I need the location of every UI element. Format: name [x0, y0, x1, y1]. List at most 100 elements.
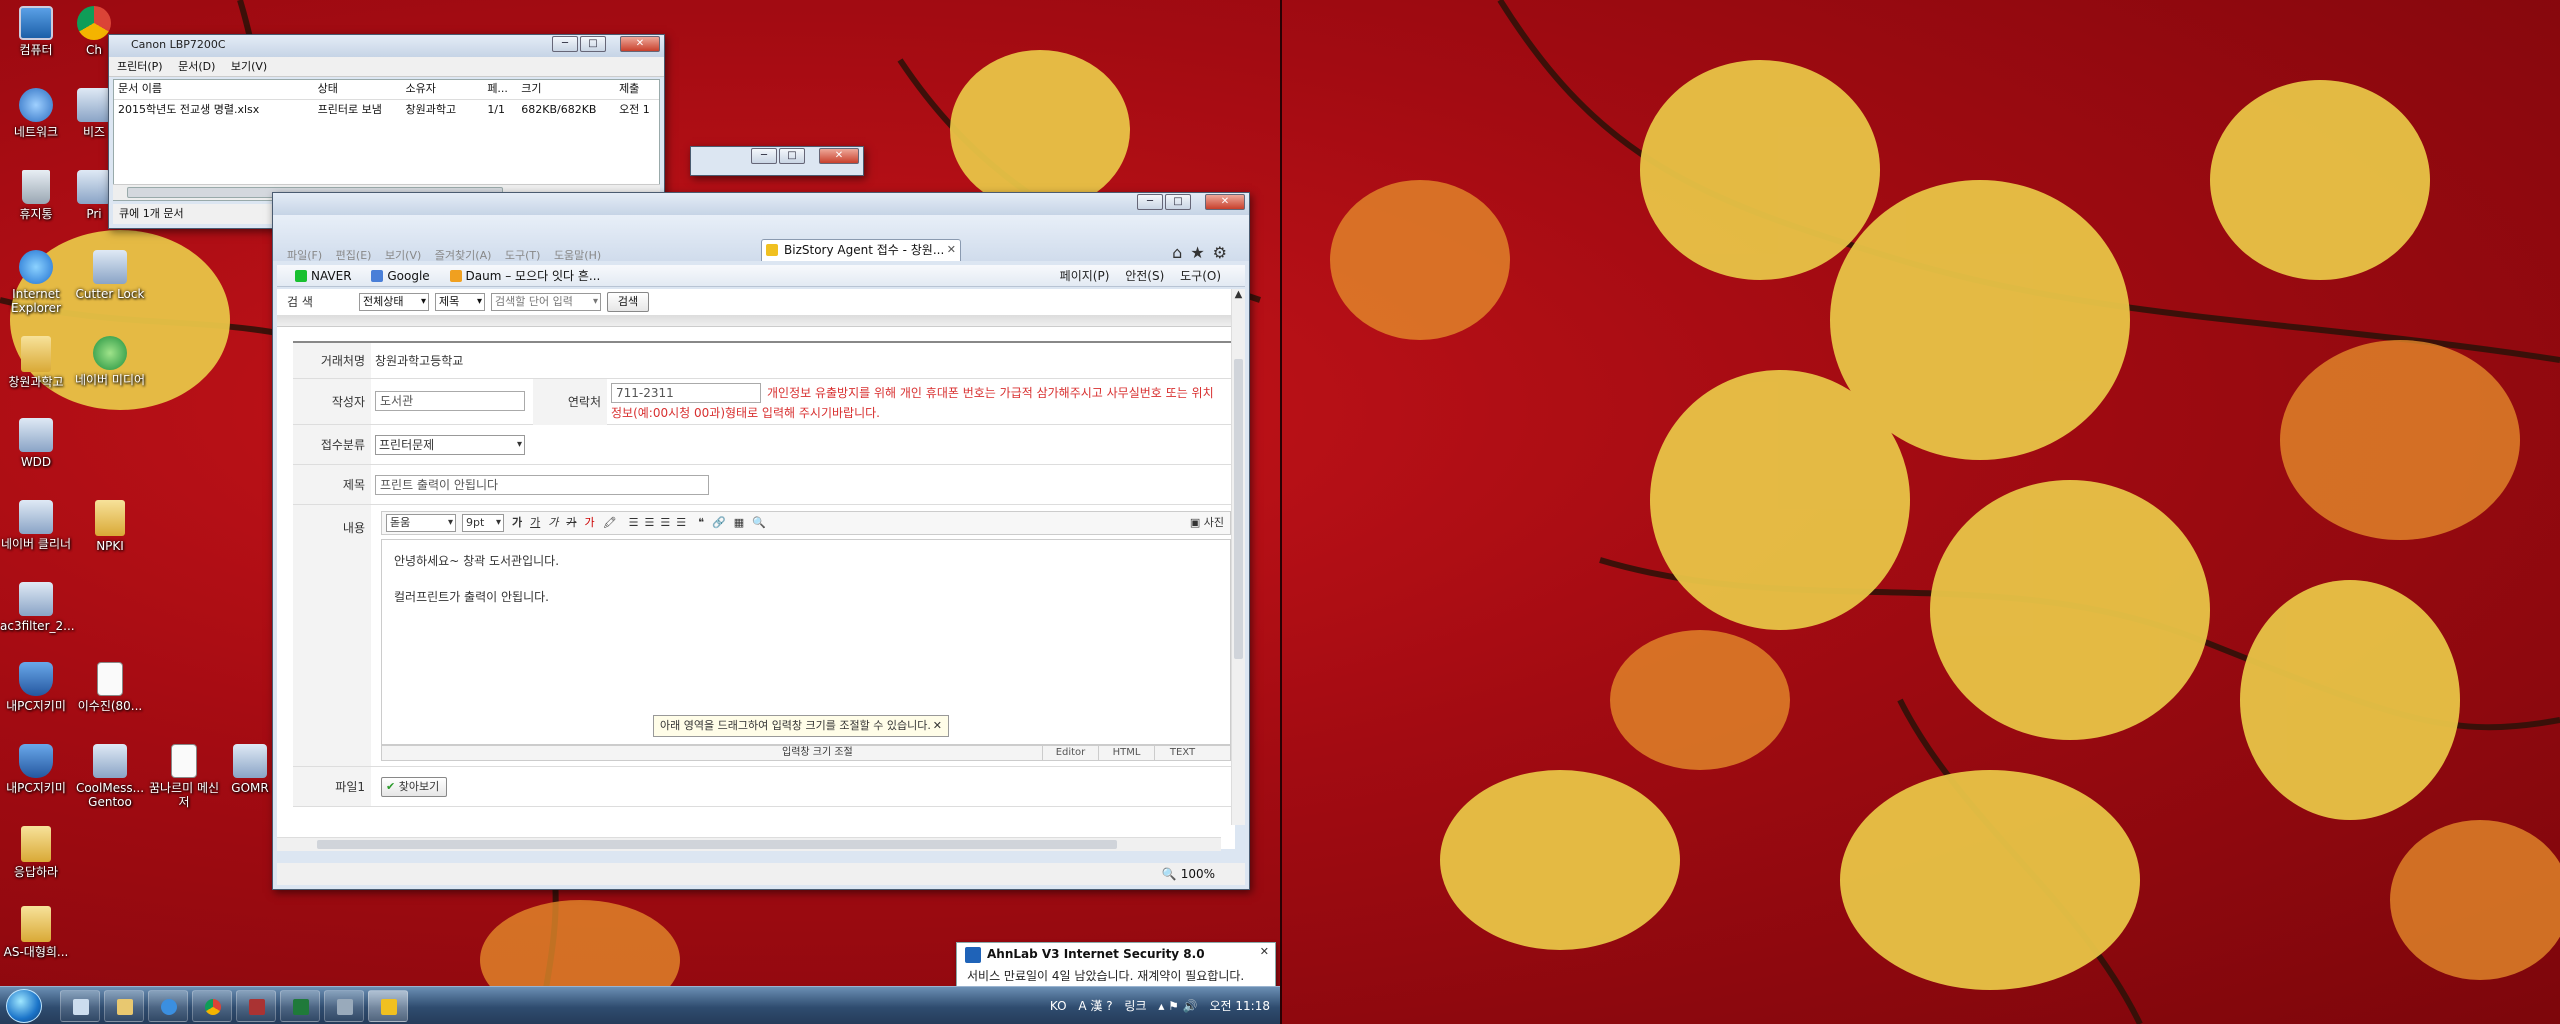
quote-icon[interactable]: ❝: [698, 516, 704, 529]
taskbar-item-chrome[interactable]: [192, 990, 232, 1022]
desktop-icon-naver-media[interactable]: 네이버 미디어: [74, 336, 146, 387]
column-pages[interactable]: 페...: [483, 80, 517, 99]
favorite-naver[interactable]: NAVER: [295, 269, 352, 283]
close-icon[interactable]: ✕: [1260, 945, 1269, 958]
underline-icon[interactable]: 가: [530, 516, 540, 529]
photo-button[interactable]: ▣ 사진: [1190, 512, 1224, 534]
close-button[interactable]: ✕: [1205, 194, 1245, 210]
ime-icon[interactable]: A 漢 ?: [1078, 999, 1112, 1013]
mode-editor[interactable]: Editor: [1042, 746, 1098, 760]
desktop-icon-lee-doc[interactable]: 이수진(80...: [74, 662, 146, 713]
menu-edit[interactable]: 편집(E): [336, 249, 372, 262]
bold-icon[interactable]: 가: [512, 516, 522, 529]
tray-icons[interactable]: ▴ ⚑ 🔊: [1158, 999, 1197, 1013]
taskbar-item-app[interactable]: [236, 990, 276, 1022]
resize-handle[interactable]: 입력창 크기 조절: [782, 746, 853, 760]
minimize-button[interactable]: ─: [751, 148, 777, 164]
column-submitted[interactable]: 제출: [615, 80, 659, 99]
background-window[interactable]: ─ □ ✕: [690, 146, 864, 176]
contact-input[interactable]: 711-2311: [611, 383, 761, 403]
maximize-button[interactable]: □: [580, 36, 606, 52]
desktop-icon-computer[interactable]: 컴퓨터: [0, 6, 72, 57]
desktop-icon-gom[interactable]: GOMR: [222, 744, 278, 795]
subject-input[interactable]: 프린트 출력이 안됩니다: [375, 475, 709, 495]
link-icon[interactable]: 🔗: [712, 516, 726, 529]
favorite-daum[interactable]: Daum – 모으다 잇다 흔...: [449, 269, 600, 283]
font-size-select[interactable]: 9pt: [462, 514, 504, 532]
strike-icon[interactable]: 가: [566, 516, 576, 529]
browser-window[interactable]: ─ □ ✕ BizStory Agent 접수 - 창원... ✕ ⌂★⚙ 파일…: [272, 192, 1250, 890]
menu-file[interactable]: 파일(F): [287, 249, 322, 262]
mode-text[interactable]: TEXT: [1154, 746, 1210, 760]
justify-icon[interactable]: ☰: [676, 516, 686, 529]
taskbar-item-ie[interactable]: [148, 990, 188, 1022]
table-icon[interactable]: ▦: [734, 516, 744, 529]
desktop-icon-dream-messenger[interactable]: 꿈나르미 메신저: [148, 744, 220, 809]
start-button[interactable]: [6, 989, 42, 1023]
search-icon[interactable]: 🔍: [752, 516, 766, 529]
text-color-icon[interactable]: 가: [585, 516, 595, 529]
highlight-icon[interactable]: 🖍: [603, 516, 617, 529]
status-filter-select[interactable]: 전체상태: [359, 293, 429, 311]
find-file-button[interactable]: ✔ 찾아보기: [381, 777, 447, 797]
column-owner[interactable]: 소유자: [401, 80, 483, 99]
horizontal-scrollbar[interactable]: [277, 837, 1221, 851]
search-button[interactable]: 검색: [607, 292, 649, 312]
clock[interactable]: 오전 11:18: [1210, 999, 1270, 1013]
field-filter-select[interactable]: 제목: [435, 293, 485, 311]
column-status[interactable]: 상태: [314, 80, 402, 99]
desktop-icon-naver-cleaner[interactable]: 네이버 클리너: [0, 500, 72, 551]
taskbar-item-desktop[interactable]: [60, 990, 100, 1022]
align-center-icon[interactable]: ☰: [644, 516, 654, 529]
scroll-thumb[interactable]: [317, 840, 1117, 849]
desktop-icon-ac3filter[interactable]: ac3filter_2...: [0, 582, 75, 633]
menu-favorites[interactable]: 즐겨찾기(A): [435, 249, 492, 262]
category-select[interactable]: 프린터문제: [375, 435, 525, 455]
desktop-icon-mypc-guard-2[interactable]: 내PC지키미: [0, 744, 72, 795]
desktop-icon-school-folder[interactable]: 창원과학고: [0, 336, 72, 389]
desktop-icon-respond-folder[interactable]: 응답하라: [0, 826, 72, 879]
desktop-icon-mypc-guard-1[interactable]: 내PC지키미: [0, 662, 72, 713]
antivirus-notification[interactable]: AhnLab V3 Internet Security 8.0 서비스 만료일이…: [956, 942, 1276, 990]
taskbar-item-printer[interactable]: [324, 990, 364, 1022]
close-icon[interactable]: ✕: [933, 716, 942, 736]
menu-view[interactable]: 보기(V): [385, 249, 421, 262]
window-titlebar[interactable]: ─ □ ✕: [273, 193, 1249, 215]
column-size[interactable]: 크기: [517, 80, 615, 99]
writer-input[interactable]: 도서관: [375, 391, 525, 411]
menu-printer[interactable]: 프린터(P): [117, 60, 163, 73]
maximize-button[interactable]: □: [779, 148, 805, 164]
command-safety[interactable]: 안전(S): [1125, 269, 1164, 283]
taskbar-item-excel[interactable]: [280, 990, 320, 1022]
maximize-button[interactable]: □: [1165, 194, 1191, 210]
table-row[interactable]: 2015학년도 전교생 명렬.xlsx 프린터로 보냄 창원과학고 1/1 68…: [114, 100, 659, 120]
minimize-button[interactable]: ─: [1137, 194, 1163, 210]
minimize-button[interactable]: ─: [552, 36, 578, 52]
links-toolbar[interactable]: 링크: [1124, 999, 1146, 1013]
taskbar-item-explorer[interactable]: [104, 990, 144, 1022]
vertical-scrollbar[interactable]: ▲: [1231, 289, 1245, 825]
taskbar-item-bizstory[interactable]: [368, 990, 408, 1022]
desktop-icon-as-folder[interactable]: AS-대형희...: [0, 906, 72, 959]
desktop-icon-recycle-bin[interactable]: 휴지통: [0, 170, 72, 221]
command-tools[interactable]: 도구(O): [1180, 269, 1221, 283]
search-input[interactable]: 검색할 단어 입력: [491, 293, 601, 311]
mode-html[interactable]: HTML: [1098, 746, 1154, 760]
font-select[interactable]: 돋움: [386, 514, 456, 532]
align-left-icon[interactable]: ☰: [629, 516, 639, 529]
desktop-icon-coolmessenger[interactable]: CoolMess... Gentoo: [74, 744, 146, 809]
command-page[interactable]: 페이지(P): [1060, 269, 1110, 283]
italic-icon[interactable]: 가: [548, 516, 558, 529]
chevron-up-icon[interactable]: ▲: [1232, 289, 1245, 300]
favorite-google[interactable]: Google: [371, 269, 430, 283]
close-button[interactable]: ✕: [819, 148, 859, 164]
desktop-icon-internet-explorer[interactable]: Internet Explorer: [0, 250, 72, 315]
menu-help[interactable]: 도움말(H): [554, 249, 601, 262]
desktop-icon-npki[interactable]: NPKI: [74, 500, 146, 553]
desktop-icon-network[interactable]: 네트워크: [0, 88, 72, 139]
column-document-name[interactable]: 문서 이름: [114, 80, 314, 99]
desktop-icon-cutter-lock[interactable]: Cutter Lock: [74, 250, 146, 301]
close-button[interactable]: ✕: [620, 36, 660, 52]
language-indicator[interactable]: KO: [1050, 999, 1067, 1013]
zoom-level[interactable]: 100%: [1181, 867, 1215, 881]
